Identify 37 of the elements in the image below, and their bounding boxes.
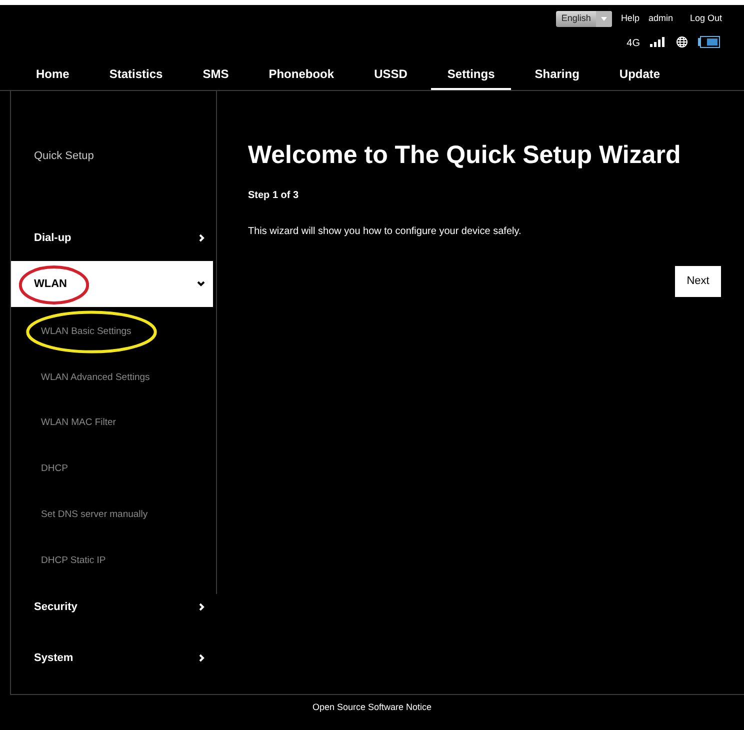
sidebar-item[interactable]: Dial-up [11, 215, 213, 261]
submenu-item[interactable]: WLAN Advanced Settings [11, 370, 150, 385]
next-button[interactable]: Next [675, 266, 721, 297]
chevron-right-icon [199, 602, 205, 611]
sidebar-item[interactable]: Quick Setup [11, 133, 217, 179]
header-link[interactable]: Help [620, 12, 640, 26]
step-label: Step 1 of 3 [248, 189, 300, 203]
footer-link[interactable]: Open Source Software Notice [312, 701, 432, 730]
nav-tab[interactable]: Sharing [518, 60, 596, 90]
network-type: 4G [626, 37, 640, 51]
page-title: Welcome to The Quick Setup Wizard [248, 143, 682, 168]
language-select[interactable]: English [556, 11, 612, 27]
chevron-down-icon [197, 281, 205, 287]
dropdown-arrow-icon [600, 17, 607, 21]
nav-tab[interactable]: Phonebook [252, 60, 350, 90]
chevron-right-icon [199, 654, 205, 662]
nav-tab[interactable]: Home [20, 60, 86, 90]
submenu-item[interactable]: DHCP Static IP [11, 554, 106, 568]
header-link[interactable]: admin [648, 12, 673, 26]
description: This wizard will show you how to configure your device safely. [248, 225, 522, 239]
nav-tab[interactable]: Statistics [93, 60, 179, 90]
sidebar-item[interactable]: WLAN [11, 261, 213, 307]
nav-tab[interactable]: Settings [431, 60, 511, 90]
battery-icon [698, 36, 720, 48]
nav-tab[interactable]: Update [603, 60, 676, 90]
submenu-item[interactable]: WLAN MAC Filter [11, 416, 116, 431]
submenu-item[interactable]: DHCP [11, 462, 68, 476]
signal-icon [650, 37, 666, 47]
nav-tab[interactable]: USSD [358, 60, 424, 90]
sidebar-item[interactable]: Security [11, 584, 213, 630]
submenu-item[interactable]: WLAN Basic Settings [11, 324, 132, 340]
header-link[interactable]: Log Out [690, 12, 722, 26]
submenu-item[interactable]: Set DNS server manually [11, 508, 148, 522]
sidebar-item[interactable]: System [11, 634, 213, 681]
nav-tab[interactable]: SMS [186, 60, 245, 90]
chevron-right-icon [199, 234, 205, 242]
globe-icon [676, 36, 688, 48]
